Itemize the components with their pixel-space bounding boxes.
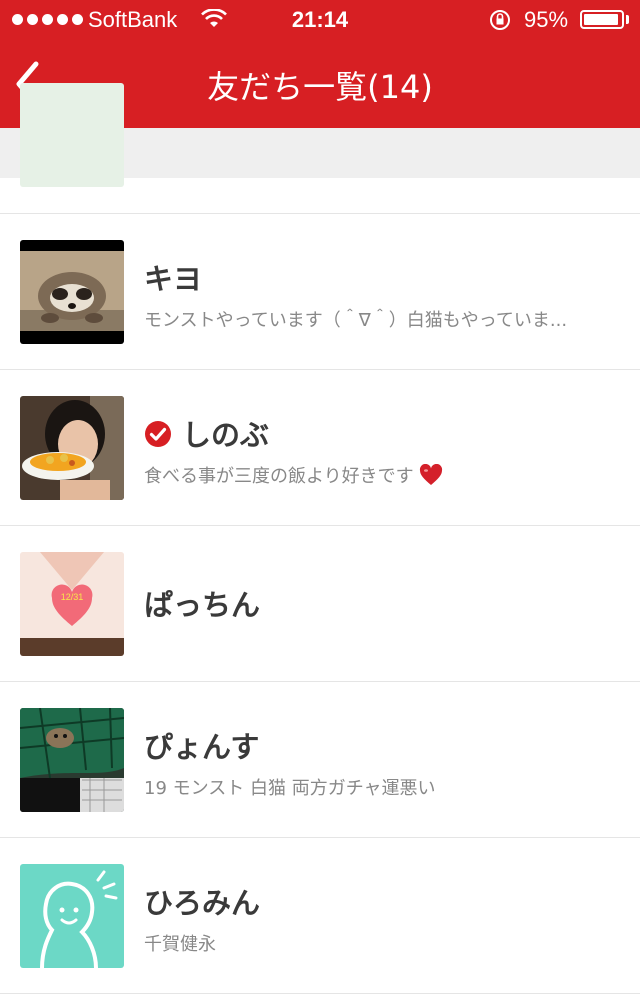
avatar-date-text: 12/31 <box>61 592 84 602</box>
list-item[interactable] <box>0 83 640 214</box>
avatar <box>20 396 124 500</box>
heart-emoji-icon <box>419 463 443 487</box>
friend-row[interactable]: ひろみん 千賀健永 <box>0 838 640 994</box>
avatar <box>20 864 124 968</box>
friend-status-message: モンストやっています（＾∇＾）白猫もやっていま... <box>144 310 568 331</box>
friend-name: ぴょんす <box>144 730 260 764</box>
friend-name: キヨ <box>144 262 203 296</box>
friend-list: キヨ モンストやっています（＾∇＾）白猫もやっていま... しのぶ 食べる事が三… <box>0 83 640 994</box>
friend-name: ぱっちん <box>144 588 261 622</box>
friend-status-message: 19 モンスト 白猫 両方ガチャ運悪い <box>144 778 436 799</box>
friend-row[interactable]: キヨ モンストやっています（＾∇＾）白猫もやっていま... <box>0 214 640 370</box>
battery-icon <box>580 10 624 29</box>
friend-row[interactable]: 12/31 ぱっちん <box>0 526 640 682</box>
avatar <box>20 240 124 344</box>
default-person-icon <box>20 864 124 968</box>
friend-status-message: 食べる事が三度の飯より好きです <box>144 462 594 488</box>
status-bar: SoftBank 21:14 95% <box>0 0 640 40</box>
friend-name: しのぶ <box>144 412 269 455</box>
avatar <box>20 83 124 187</box>
battery-percentage: 95% <box>524 7 569 32</box>
friend-row[interactable]: ぴょんす 19 モンスト 白猫 両方ガチャ運悪い <box>0 682 640 838</box>
avatar <box>20 708 124 812</box>
verified-check-icon <box>144 420 172 455</box>
avatar: 12/31 <box>20 552 124 656</box>
friend-status-message: 千賀健永 <box>144 934 216 955</box>
rotation-lock-icon <box>488 8 512 38</box>
friend-row[interactable]: しのぶ 食べる事が三度の飯より好きです <box>0 370 640 526</box>
friend-name: ひろみん <box>144 886 261 920</box>
